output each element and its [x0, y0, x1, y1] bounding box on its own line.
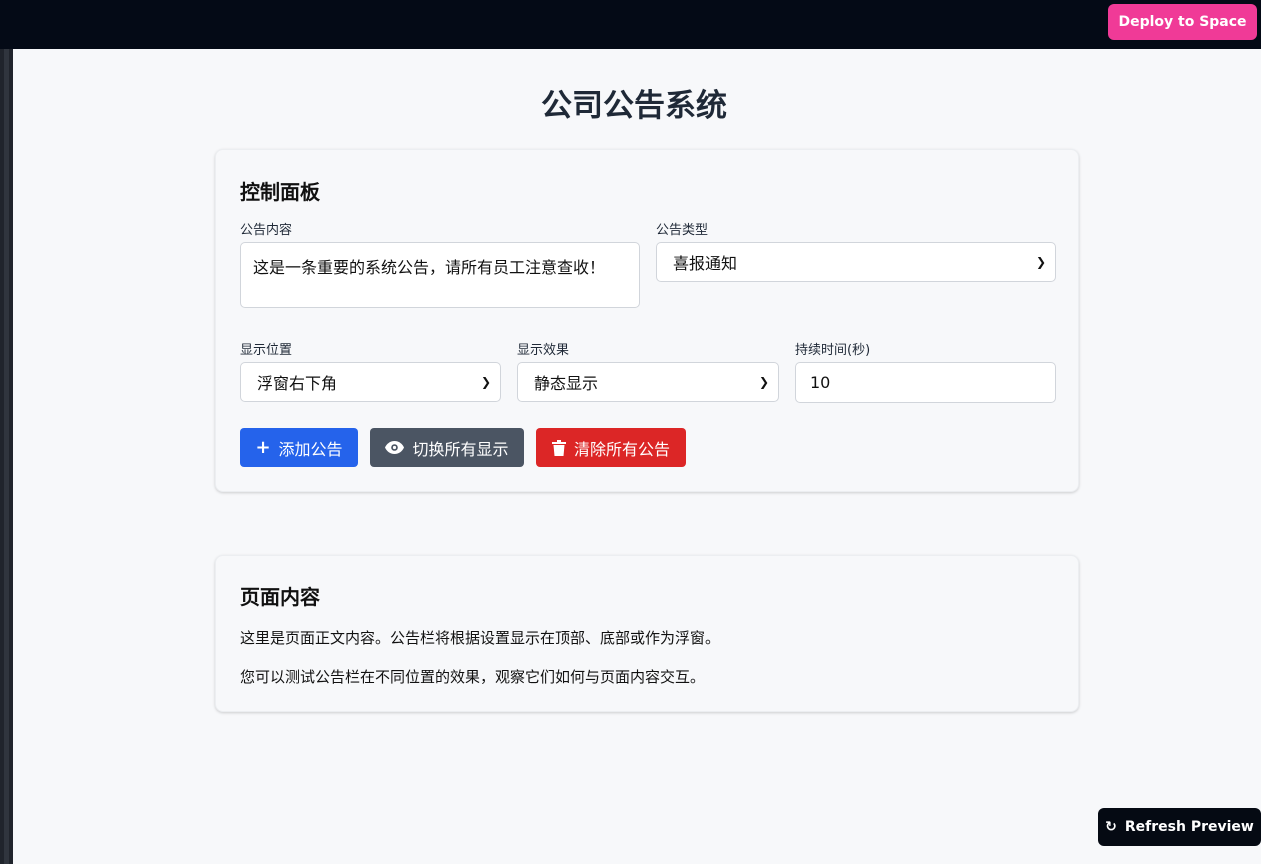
control-panel-card: 控制面板 公告内容 这是一条重要的系统公告，请所有员工注意查收！ 公告类型 喜报…: [215, 149, 1079, 492]
type-select-value: 喜报通知: [673, 254, 738, 273]
eye-icon: [385, 441, 405, 454]
chevron-down-icon: ❯: [1035, 255, 1046, 269]
content-label: 公告内容: [240, 223, 293, 238]
content-paragraph-2: 您可以测试公告栏在不同位置的效果，观察它们如何与页面内容交互。: [240, 668, 706, 686]
display-effect-select[interactable]: 静态显示 ❯: [517, 362, 779, 402]
display-position-select[interactable]: 浮窗右下角 ❯: [240, 362, 501, 402]
chevron-down-icon: ❯: [758, 375, 769, 389]
refresh-icon: ↻: [1105, 819, 1117, 835]
type-label: 公告类型: [656, 223, 709, 238]
announcement-type-select[interactable]: 喜报通知 ❯: [656, 242, 1056, 282]
page-content-card: 页面内容 这里是页面正文内容。公告栏将根据设置显示在顶部、底部或作为浮窗。 您可…: [215, 555, 1079, 712]
top-bar: Deploy to Space: [0, 0, 1261, 49]
left-edge-panel: [0, 49, 13, 864]
add-announcement-label: 添加公告: [278, 439, 343, 459]
trash-icon: [551, 439, 566, 456]
add-announcement-button[interactable]: + 添加公告: [240, 428, 358, 467]
refresh-preview-label: Refresh Preview: [1124, 819, 1254, 835]
content-paragraph-1: 这里是页面正文内容。公告栏将根据设置显示在顶部、底部或作为浮窗。: [240, 629, 721, 647]
page-content-title: 页面内容: [240, 585, 320, 609]
position-select-value: 浮窗右下角: [257, 374, 338, 393]
toggle-all-display-button[interactable]: 切换所有显示: [370, 428, 524, 467]
announcement-content-textarea[interactable]: 这是一条重要的系统公告，请所有员工注意查收！: [240, 242, 640, 308]
toggle-all-display-label: 切换所有显示: [412, 439, 509, 459]
duration-label: 持续时间(秒): [795, 343, 871, 358]
effect-label: 显示效果: [517, 343, 570, 358]
chevron-down-icon: ❯: [480, 375, 491, 389]
duration-input[interactable]: 10: [795, 362, 1056, 403]
deploy-to-space-button[interactable]: Deploy to Space: [1108, 4, 1257, 40]
plus-icon: +: [255, 436, 271, 458]
clear-all-announcements-label: 清除所有公告: [573, 439, 670, 459]
page-title: 公司公告系统: [541, 88, 727, 124]
clear-all-announcements-button[interactable]: 清除所有公告: [536, 428, 686, 467]
control-panel-title: 控制面板: [240, 180, 320, 204]
effect-select-value: 静态显示: [534, 374, 599, 393]
refresh-preview-button[interactable]: ↻ Refresh Preview: [1098, 808, 1261, 846]
position-label: 显示位置: [240, 343, 293, 358]
